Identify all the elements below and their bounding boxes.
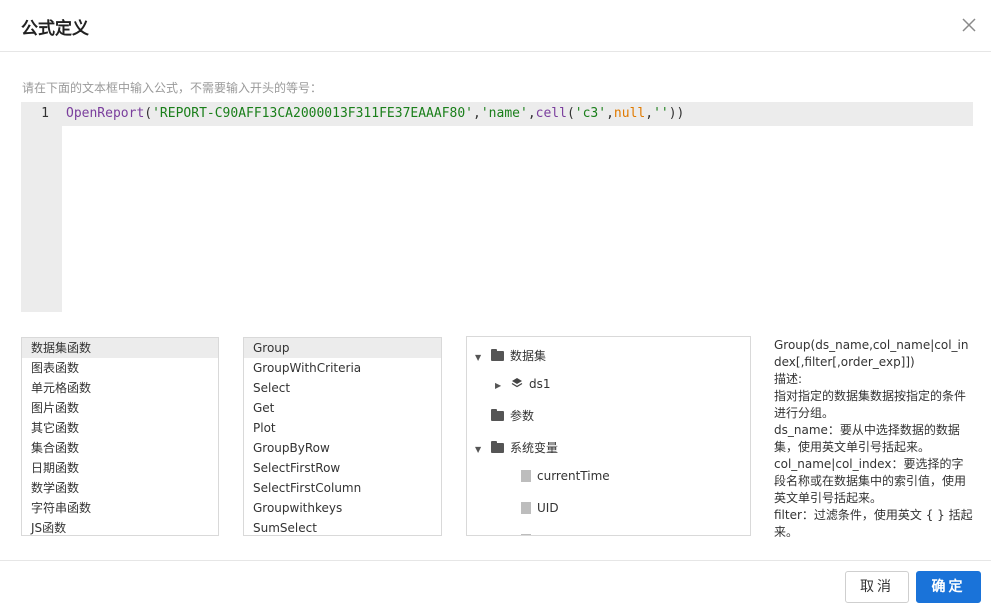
function-item[interactable]: Get <box>244 398 441 418</box>
folder-icon <box>491 408 504 421</box>
file-icon <box>521 469 531 482</box>
dialog-footer <box>0 560 991 610</box>
folder-icon <box>491 440 504 453</box>
category-item[interactable]: 单元格函数 <box>22 378 218 398</box>
code-token: 'name' <box>480 106 528 121</box>
variable-tree[interactable]: ▼ 数据集 ▶ ds1 参数 ▼ 系统变量 currentTime UID <box>466 336 751 536</box>
line-gutter: 1 <box>21 102 62 312</box>
category-item[interactable]: 其它函数 <box>22 418 218 438</box>
code-token: , <box>606 106 614 121</box>
description-label: 描述: <box>774 372 803 386</box>
confirm-button[interactable]: 确定 <box>916 571 981 603</box>
function-item[interactable]: Group <box>244 338 441 358</box>
caret-down-icon[interactable]: ▼ <box>475 348 487 368</box>
function-item[interactable]: SumSelect <box>244 518 441 535</box>
dialog-title: 公式定义 <box>21 19 89 39</box>
tree-node-current-time[interactable]: currentTime <box>517 466 610 486</box>
caret-right-icon[interactable]: ▶ <box>495 376 507 396</box>
code-token: '' <box>653 106 669 121</box>
tree-node-params[interactable]: 参数 <box>487 406 534 426</box>
tree-node-label: currentTime <box>537 469 610 483</box>
function-item[interactable]: Groupwithkeys <box>244 498 441 518</box>
function-item[interactable]: Select <box>244 378 441 398</box>
formula-editor[interactable]: 1 OpenReport('REPORT-C90AFF13CA2000013F3… <box>21 102 973 312</box>
caret-down-icon[interactable]: ▼ <box>475 440 487 460</box>
code-token: 'REPORT-C90AFF13CA2000013F311FE37EAAAF80… <box>152 106 474 121</box>
description-text: 指对指定的数据集数据按指定的条件进行分组。 <box>774 389 967 420</box>
code-line[interactable]: OpenReport('REPORT-C90AFF13CA2000013F311… <box>62 102 973 126</box>
tree-node-label: UID <box>537 501 559 515</box>
tree-node-partial <box>517 530 537 535</box>
function-description: Group(ds_name,col_name|col_index[,filter… <box>774 337 974 537</box>
function-item[interactable]: SelectFirstColumn <box>244 478 441 498</box>
param-col-name: col_name|col_index：要选择的字段名称或在数据集中的索引值，使用… <box>774 457 967 505</box>
line-number: 1 <box>41 106 49 121</box>
function-item[interactable]: Plot <box>244 418 441 438</box>
tree-node-datasets[interactable]: ▼ 数据集 <box>475 346 546 366</box>
function-item[interactable]: SelectFirstRow <box>244 458 441 478</box>
close-icon[interactable] <box>958 14 980 36</box>
file-icon <box>521 533 531 535</box>
function-signature: Group(ds_name,col_name|col_index[,filter… <box>774 338 969 369</box>
tree-node-label: 数据集 <box>510 349 547 363</box>
tree-node-label: ds1 <box>529 377 551 391</box>
category-item[interactable]: 数学函数 <box>22 478 218 498</box>
code-token: , <box>527 106 536 121</box>
code-token: , <box>473 106 481 121</box>
param-ds-name: ds_name：要从中选择数据的数据集，使用英文单引号括起来。 <box>774 423 960 454</box>
code-token: cell <box>535 106 567 121</box>
code-token: ( <box>144 106 153 121</box>
code-token: null <box>613 106 646 121</box>
tree-node-ds1[interactable]: ▶ ds1 <box>495 374 551 394</box>
code-token: , <box>645 106 654 121</box>
category-item[interactable]: JS函数 <box>22 518 218 535</box>
code-token: OpenReport <box>66 106 145 121</box>
code-token: 'c3' <box>574 106 607 121</box>
tree-node-system-variables[interactable]: ▼ 系统变量 <box>475 438 558 458</box>
category-item[interactable]: 数据集函数 <box>22 338 218 358</box>
folder-icon <box>491 348 504 361</box>
cancel-button[interactable]: 取消 <box>845 571 909 603</box>
formula-hint: 请在下面的文本框中输入公式，不需要输入开头的等号： <box>22 81 323 95</box>
dialog-header: 公式定义 <box>0 0 991 52</box>
tree-node-label: 参数 <box>510 409 535 423</box>
category-item[interactable]: 字符串函数 <box>22 498 218 518</box>
layers-icon <box>511 375 523 395</box>
function-category-list[interactable]: 数据集函数 图表函数 单元格函数 图片函数 其它函数 集合函数 日期函数 数学函… <box>21 337 219 536</box>
param-filter: filter：过滤条件，使用英文 { } 括起来。 <box>774 508 973 537</box>
category-item[interactable]: 日期函数 <box>22 458 218 478</box>
function-list[interactable]: Group GroupWithCriteria Select Get Plot … <box>243 337 442 536</box>
file-icon <box>521 501 531 514</box>
tree-node-label: 系统变量 <box>510 441 559 455</box>
tree-node-uid[interactable]: UID <box>517 498 559 518</box>
function-item[interactable]: GroupByRow <box>244 438 441 458</box>
function-item[interactable]: GroupWithCriteria <box>244 358 441 378</box>
category-item[interactable]: 图表函数 <box>22 358 218 378</box>
code-area[interactable]: OpenReport('REPORT-C90AFF13CA2000013F311… <box>62 102 973 312</box>
code-token: )) <box>668 106 685 121</box>
category-item[interactable]: 集合函数 <box>22 438 218 458</box>
code-token: ( <box>566 106 575 121</box>
category-item[interactable]: 图片函数 <box>22 398 218 418</box>
